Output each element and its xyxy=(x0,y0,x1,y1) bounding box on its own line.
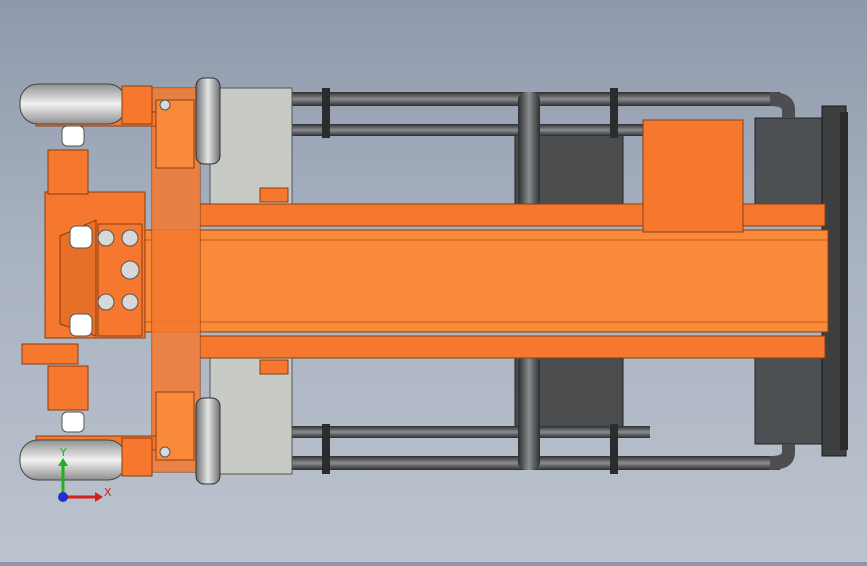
assembly-model[interactable] xyxy=(0,0,867,562)
origin-marker xyxy=(58,492,68,502)
orange-frame xyxy=(21,87,829,473)
x-axis-label: X xyxy=(104,486,112,499)
cad-3d-viewport[interactable]: X Y xyxy=(0,0,867,562)
y-axis-label: Y xyxy=(60,446,67,459)
